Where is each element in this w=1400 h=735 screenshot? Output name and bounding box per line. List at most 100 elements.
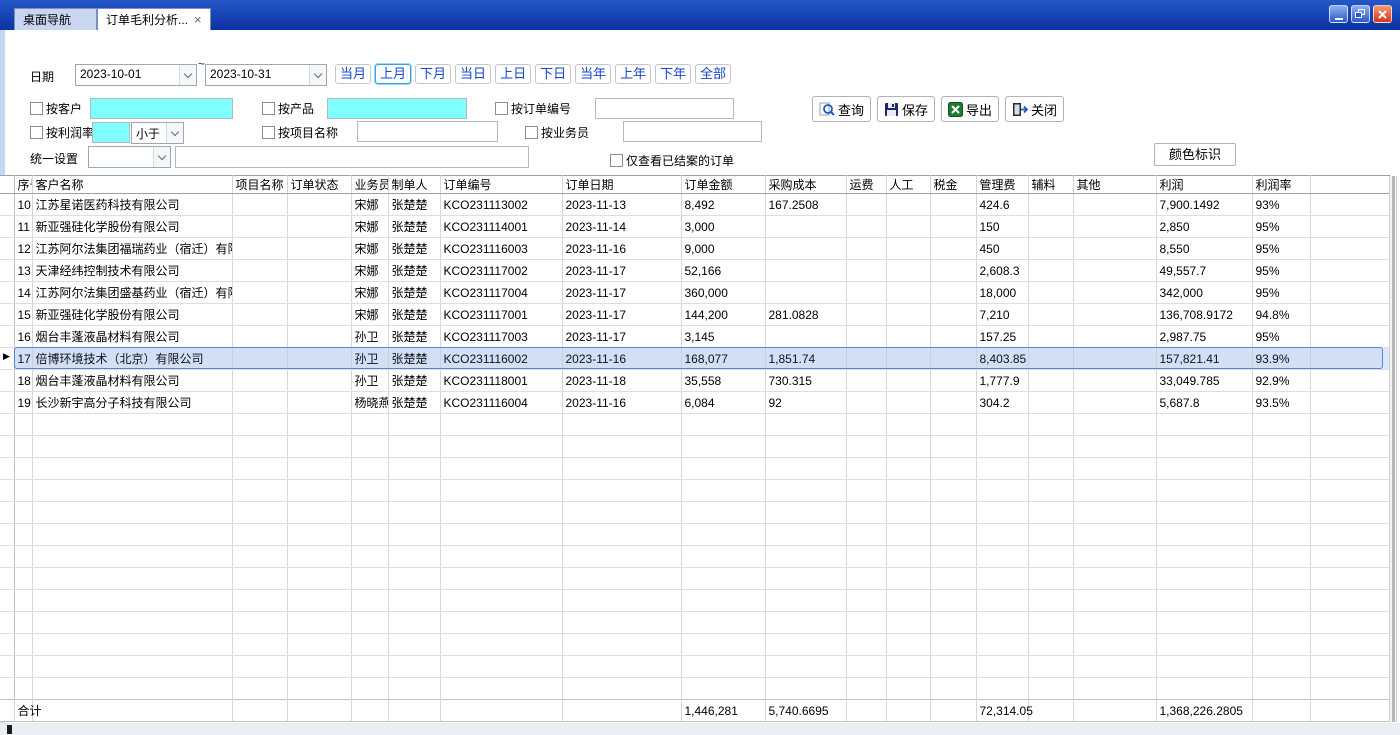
cell[interactable] [1073,370,1156,392]
cell[interactable] [287,260,351,282]
save-button[interactable]: 保存 [877,96,935,122]
cell[interactable]: 宋娜 [351,238,388,260]
cell[interactable]: 宋娜 [351,260,388,282]
column-header[interactable]: 制单人 [388,176,440,194]
column-header[interactable]: 税金 [930,176,976,194]
cell[interactable] [287,194,351,216]
column-header[interactable]: 辅料 [1028,176,1073,194]
cell[interactable]: 江苏阿尔法集团盛基药业（宿迁）有限公司 [32,282,232,304]
product-filter-input[interactable] [327,98,467,119]
cell[interactable]: 33,049.785 [1156,370,1252,392]
by-project-checkbox[interactable] [262,126,275,139]
cell[interactable]: 烟台丰蓬液晶材料有限公司 [32,370,232,392]
by-product-checkbox[interactable] [262,102,275,115]
cell[interactable]: 17 [14,348,32,370]
cell[interactable] [846,260,886,282]
cell[interactable] [1028,392,1073,414]
column-header[interactable]: 其他 [1073,176,1156,194]
date-from-combo[interactable]: 2023-10-01 [75,64,197,86]
cell[interactable]: 张楚楚 [388,370,440,392]
cell[interactable] [1028,260,1073,282]
cell[interactable]: 157.25 [976,326,1028,348]
cell[interactable]: 张楚楚 [388,194,440,216]
cell[interactable] [846,238,886,260]
cell[interactable]: 13 [14,260,32,282]
cell[interactable] [232,282,287,304]
cell[interactable] [232,304,287,326]
cell[interactable] [765,260,846,282]
cell[interactable] [846,370,886,392]
cell[interactable]: 宋娜 [351,216,388,238]
cell[interactable]: 2023-11-17 [562,260,681,282]
cell[interactable]: 92 [765,392,846,414]
cell[interactable] [1073,260,1156,282]
cell[interactable] [287,370,351,392]
cell[interactable] [765,238,846,260]
cell[interactable]: 7,900.1492 [1156,194,1252,216]
date-quick-button[interactable]: 当日 [455,64,491,84]
cell[interactable]: 江苏星诺医药科技有限公司 [32,194,232,216]
cell[interactable] [1028,370,1073,392]
date-quick-button[interactable]: 下日 [535,64,571,84]
cell[interactable]: 2023-11-14 [562,216,681,238]
cell[interactable] [1073,304,1156,326]
cell[interactable]: 杨晓燕 [351,392,388,414]
cell[interactable]: 10 [14,194,32,216]
cell[interactable] [232,194,287,216]
cell[interactable]: 92.9% [1252,370,1310,392]
cell[interactable]: 2,608.3 [976,260,1028,282]
cell[interactable] [287,216,351,238]
cell[interactable] [886,370,930,392]
date-quick-button[interactable]: 下月 [415,64,451,84]
unified-setting-dropdown-button[interactable] [153,147,170,167]
close-window-button[interactable]: 关闭 [1005,96,1064,122]
filter-by-order-no[interactable]: 按订单编号 [495,100,571,117]
cell[interactable]: KCO231116004 [440,392,562,414]
date-quick-button[interactable]: 当年 [575,64,611,84]
cell[interactable]: 6,084 [681,392,765,414]
cell[interactable]: 144,200 [681,304,765,326]
table-row[interactable]: 16烟台丰蓬液晶材料有限公司孙卫张楚楚KCO2311170032023-11-1… [0,326,1390,348]
cell[interactable]: 2023-11-16 [562,392,681,414]
cell[interactable] [846,282,886,304]
date-quick-button[interactable]: 下年 [655,64,691,84]
cell[interactable]: 2023-11-17 [562,326,681,348]
cell[interactable]: 新亚强硅化学股份有限公司 [32,216,232,238]
date-quick-button[interactable]: 上年 [615,64,651,84]
cell[interactable]: 11 [14,216,32,238]
by-profit-rate-checkbox[interactable] [30,126,43,139]
date-to-dropdown-button[interactable] [309,65,326,85]
date-quick-button[interactable]: 全部 [695,64,731,84]
cell[interactable] [1073,216,1156,238]
export-button[interactable]: 导出 [941,96,999,122]
cell[interactable]: 8,403.85 [976,348,1028,370]
cell[interactable]: 15 [14,304,32,326]
project-filter-input[interactable] [357,121,498,142]
cell[interactable]: 2023-11-13 [562,194,681,216]
cell[interactable] [287,282,351,304]
cell[interactable] [886,282,930,304]
cell[interactable] [232,370,287,392]
cell[interactable] [1073,326,1156,348]
cell[interactable]: 2023-11-16 [562,348,681,370]
cell[interactable]: 张楚楚 [388,304,440,326]
cell[interactable] [232,326,287,348]
filter-by-customer[interactable]: 按客户 [30,100,82,117]
column-header[interactable]: 采购成本 [765,176,846,194]
cell[interactable]: KCO231116003 [440,238,562,260]
date-quick-button[interactable]: 上日 [495,64,531,84]
cell[interactable] [886,238,930,260]
cell[interactable]: 12 [14,238,32,260]
salesman-filter-input[interactable] [623,121,762,142]
cell[interactable] [1073,348,1156,370]
filter-by-project[interactable]: 按项目名称 [262,124,338,141]
date-from-dropdown-button[interactable] [179,65,196,85]
cell[interactable]: 张楚楚 [388,282,440,304]
cell[interactable]: 1,851.74 [765,348,846,370]
cell[interactable]: 360,000 [681,282,765,304]
cell[interactable]: KCO231114001 [440,216,562,238]
column-header[interactable]: 利润率 [1252,176,1310,194]
column-header[interactable]: 订单金额 [681,176,765,194]
cell[interactable]: KCO231118001 [440,370,562,392]
filter-by-salesman[interactable]: 按业务员 [525,124,589,141]
